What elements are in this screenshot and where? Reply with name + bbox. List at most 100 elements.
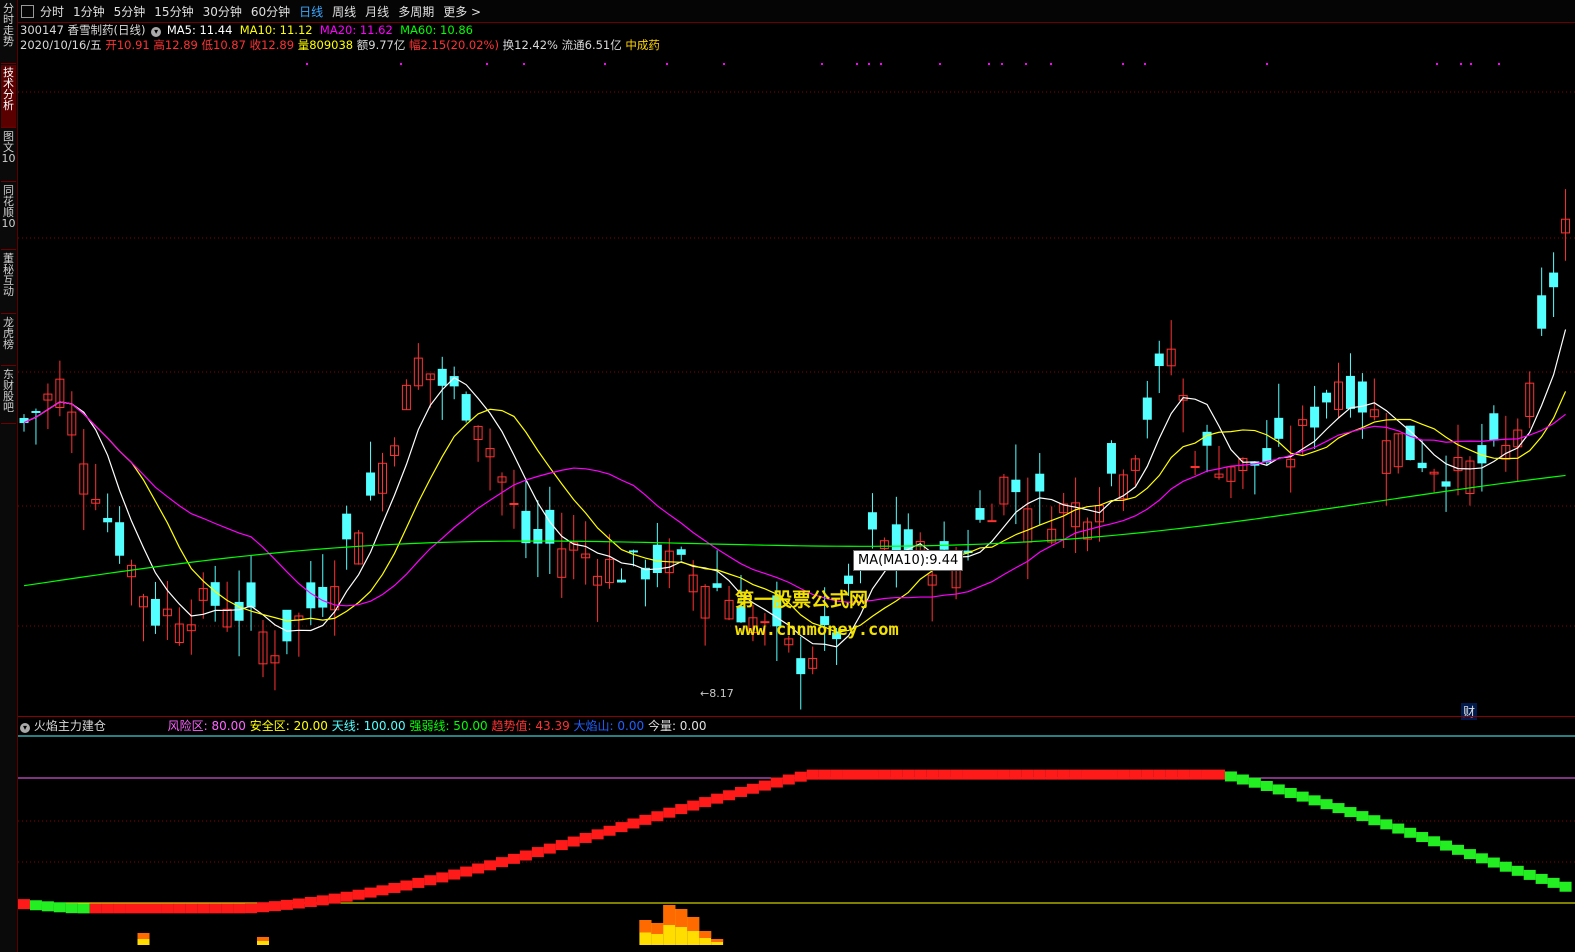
trend-step <box>1440 840 1453 851</box>
candle-body <box>891 524 901 554</box>
sidebar-tab-5[interactable]: 龙虎榜 <box>1 315 16 366</box>
trend-step <box>1201 769 1214 780</box>
trend-step <box>484 860 497 871</box>
trend-step <box>651 811 664 822</box>
sidebar-tab-4[interactable]: 董秘互动 <box>1 251 16 314</box>
trend-step <box>615 822 628 833</box>
trend-step <box>245 903 258 914</box>
trend-step <box>185 903 198 914</box>
trend-step <box>1093 769 1106 780</box>
sidebar-tab-6[interactable]: 东财股吧 <box>1 367 16 424</box>
trend-step <box>1320 799 1333 810</box>
kline-chart[interactable] <box>18 0 1575 952</box>
trend-step <box>364 887 377 898</box>
trend-step <box>985 769 998 780</box>
sidebar-tab-1[interactable]: 技术分析 <box>1 65 16 128</box>
trend-step <box>1248 777 1261 788</box>
flame-bar-top <box>675 909 688 927</box>
candle-body <box>246 582 256 608</box>
sidebar-tab-2[interactable]: 图文10 <box>1 129 16 182</box>
trend-step <box>746 783 759 794</box>
candle-body <box>617 579 626 583</box>
candle-body <box>115 522 125 556</box>
candle-body <box>1310 406 1320 428</box>
trend-step <box>1272 784 1285 795</box>
indicator-name[interactable]: 火焰主力建仓 <box>34 719 106 733</box>
trend-step <box>806 769 819 780</box>
candle-body <box>1035 473 1045 492</box>
trend-step <box>926 769 939 780</box>
trend-step <box>18 899 30 910</box>
trend-step <box>1511 865 1524 876</box>
signal-dot <box>400 63 402 65</box>
candle-body <box>1154 353 1164 367</box>
trend-step <box>782 774 795 785</box>
trend-step <box>1117 769 1130 780</box>
candle-body <box>1011 479 1021 493</box>
trend-step <box>316 895 329 906</box>
watermark-title: 第一股票公式网 <box>735 589 869 611</box>
trend-step <box>902 769 915 780</box>
finance-badge[interactable]: 财 <box>1461 703 1478 720</box>
trend-step <box>328 893 341 904</box>
candle-body <box>150 598 160 626</box>
signal-dot <box>1498 63 1500 65</box>
trend-step <box>663 807 676 818</box>
candle-body <box>1322 392 1332 403</box>
ma20-line <box>23 401 1566 607</box>
trend-step <box>137 903 150 914</box>
ma-tooltip: MA(MA10):9.44 <box>853 550 964 571</box>
trend-step <box>603 825 616 836</box>
candle-body <box>318 586 328 608</box>
sidebar-tab-3[interactable]: 同花顺10 <box>1 183 16 250</box>
signal-dot <box>1470 63 1472 65</box>
trend-step <box>1105 769 1118 780</box>
trend-step <box>292 898 305 909</box>
trend-step <box>29 900 42 911</box>
candle-body <box>1262 448 1272 463</box>
trend-step <box>1153 769 1166 780</box>
indicator-toggle-icon[interactable]: ▾ <box>20 723 30 733</box>
trend-step <box>1260 781 1273 792</box>
candle-body <box>1106 443 1116 474</box>
trend-step <box>794 771 807 782</box>
trend-step <box>233 903 246 914</box>
indicator-strong: 强弱线: 50.00 <box>409 719 488 733</box>
trend-step <box>280 899 293 910</box>
indicator-safe: 安全区: 20.00 <box>249 719 328 733</box>
sidebar-tab-0[interactable]: 分时走势 <box>1 1 16 64</box>
signal-dot <box>306 63 308 65</box>
flame-bar-top <box>663 905 676 925</box>
trend-step <box>890 769 903 780</box>
low-price-label: ←8.17 <box>700 687 734 700</box>
signal-dot <box>939 63 941 65</box>
trend-step <box>304 896 317 907</box>
trend-step <box>1165 769 1178 780</box>
signal-dot <box>1001 63 1003 65</box>
trend-step <box>113 903 126 914</box>
candle-body <box>1190 466 1200 469</box>
candle-body <box>1489 413 1499 441</box>
trend-step <box>268 901 281 912</box>
trend-step <box>1213 769 1225 780</box>
candle-body <box>342 513 352 540</box>
trend-step <box>914 769 927 780</box>
trend-step <box>639 814 652 825</box>
candle-body <box>31 410 41 413</box>
flame-bar-top <box>137 933 150 939</box>
trend-step <box>209 903 222 914</box>
trend-step <box>1129 769 1142 780</box>
signal-dot <box>868 63 870 65</box>
flame-bar-top <box>711 939 724 942</box>
trend-step <box>41 901 54 912</box>
trend-step <box>424 875 437 886</box>
trend-step <box>400 880 413 891</box>
trend-step <box>1177 769 1190 780</box>
candle-body <box>461 394 471 421</box>
trend-step <box>675 804 688 815</box>
trend-step <box>1189 769 1202 780</box>
trend-step <box>579 832 592 843</box>
trend-step <box>555 840 568 851</box>
trend-step <box>543 843 556 854</box>
signal-dot <box>1050 63 1052 65</box>
